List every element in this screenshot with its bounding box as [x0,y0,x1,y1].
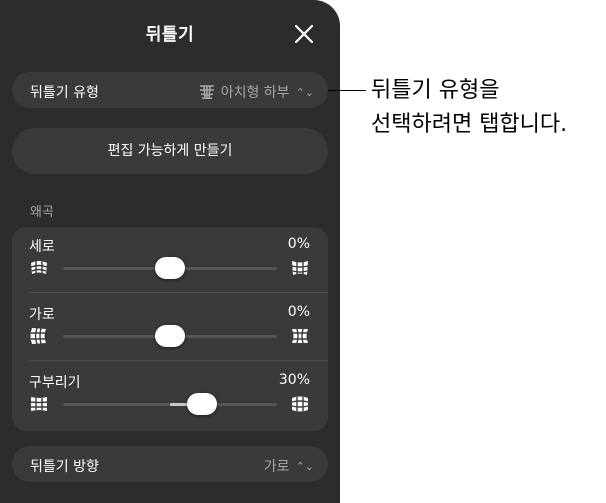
vertical-slider-track[interactable] [63,257,277,279]
bend-slider-row: 구부리기 30% [12,363,328,431]
warp-direction-label: 뒤틀기 방향 [30,459,99,475]
chevron-updown-icon: ⌃⌄ [295,85,314,99]
warp-type-label: 뒤틀기 유형 [30,85,99,101]
horizontal-expand-icon [292,328,308,344]
bend-slider-thumb[interactable] [187,393,218,415]
distortion-sliders-group: 세로 0% 가로 0% 구부리기 30% [12,227,328,431]
warp-panel: 뒤틀기 뒤틀기 유형 아치형 하부 ⌃⌄ 편집 가능하게 만들기 왜곡 세로 0… [0,0,340,503]
slider-divider [29,360,328,361]
horizontal-slider-row: 가로 0% [12,295,328,363]
chevron-updown-icon: ⌃⌄ [295,459,314,473]
warp-direction-popup[interactable]: 뒤틀기 방향 가로 ⌃⌄ [12,446,328,482]
distortion-section-label: 왜곡 [30,205,54,220]
bend-slider-label: 구부리기 [29,375,81,391]
vertical-slider-thumb[interactable] [155,257,185,279]
vertical-slider-label: 세로 [29,239,55,255]
vertical-slider-value: 0% [287,236,310,252]
callout-line [328,90,366,91]
slider-divider [29,292,328,293]
bend-left-icon [30,397,48,411]
callout-text: 뒤틀기 유형을 선택하려면 탭합니다. [371,74,567,142]
bend-right-icon [291,396,309,412]
horizontal-slider-thumb[interactable] [155,325,185,347]
panel-title: 뒤틀기 [145,25,195,45]
horizontal-compress-icon [30,327,46,345]
horizontal-slider-label: 가로 [29,307,55,323]
callout-line-2: 선택하려면 탭합니다. [371,112,568,137]
bend-slider-track[interactable] [63,393,277,415]
make-editable-button[interactable]: 편집 가능하게 만들기 [12,128,328,174]
warp-direction-value: 가로 [263,459,290,475]
horizontal-slider-track[interactable] [63,325,277,347]
close-icon[interactable] [293,23,315,45]
vertical-slider-row: 세로 0% [12,227,328,295]
bend-slider-value: 30% [278,372,310,388]
arch-lower-icon [199,85,214,99]
warp-type-popup[interactable]: 뒤틀기 유형 아치형 하부 ⌃⌄ [12,72,328,108]
warp-type-value-group: 아치형 하부 ⌃⌄ [199,82,314,102]
vertical-compress-icon [30,261,48,274]
warp-direction-value-group: 가로 ⌃⌄ [264,456,314,476]
warp-type-value: 아치형 하부 [220,85,290,101]
callout-line-1: 뒤틀기 유형을 [371,78,500,103]
horizontal-slider-value: 0% [287,304,310,320]
vertical-expand-icon [291,261,309,275]
